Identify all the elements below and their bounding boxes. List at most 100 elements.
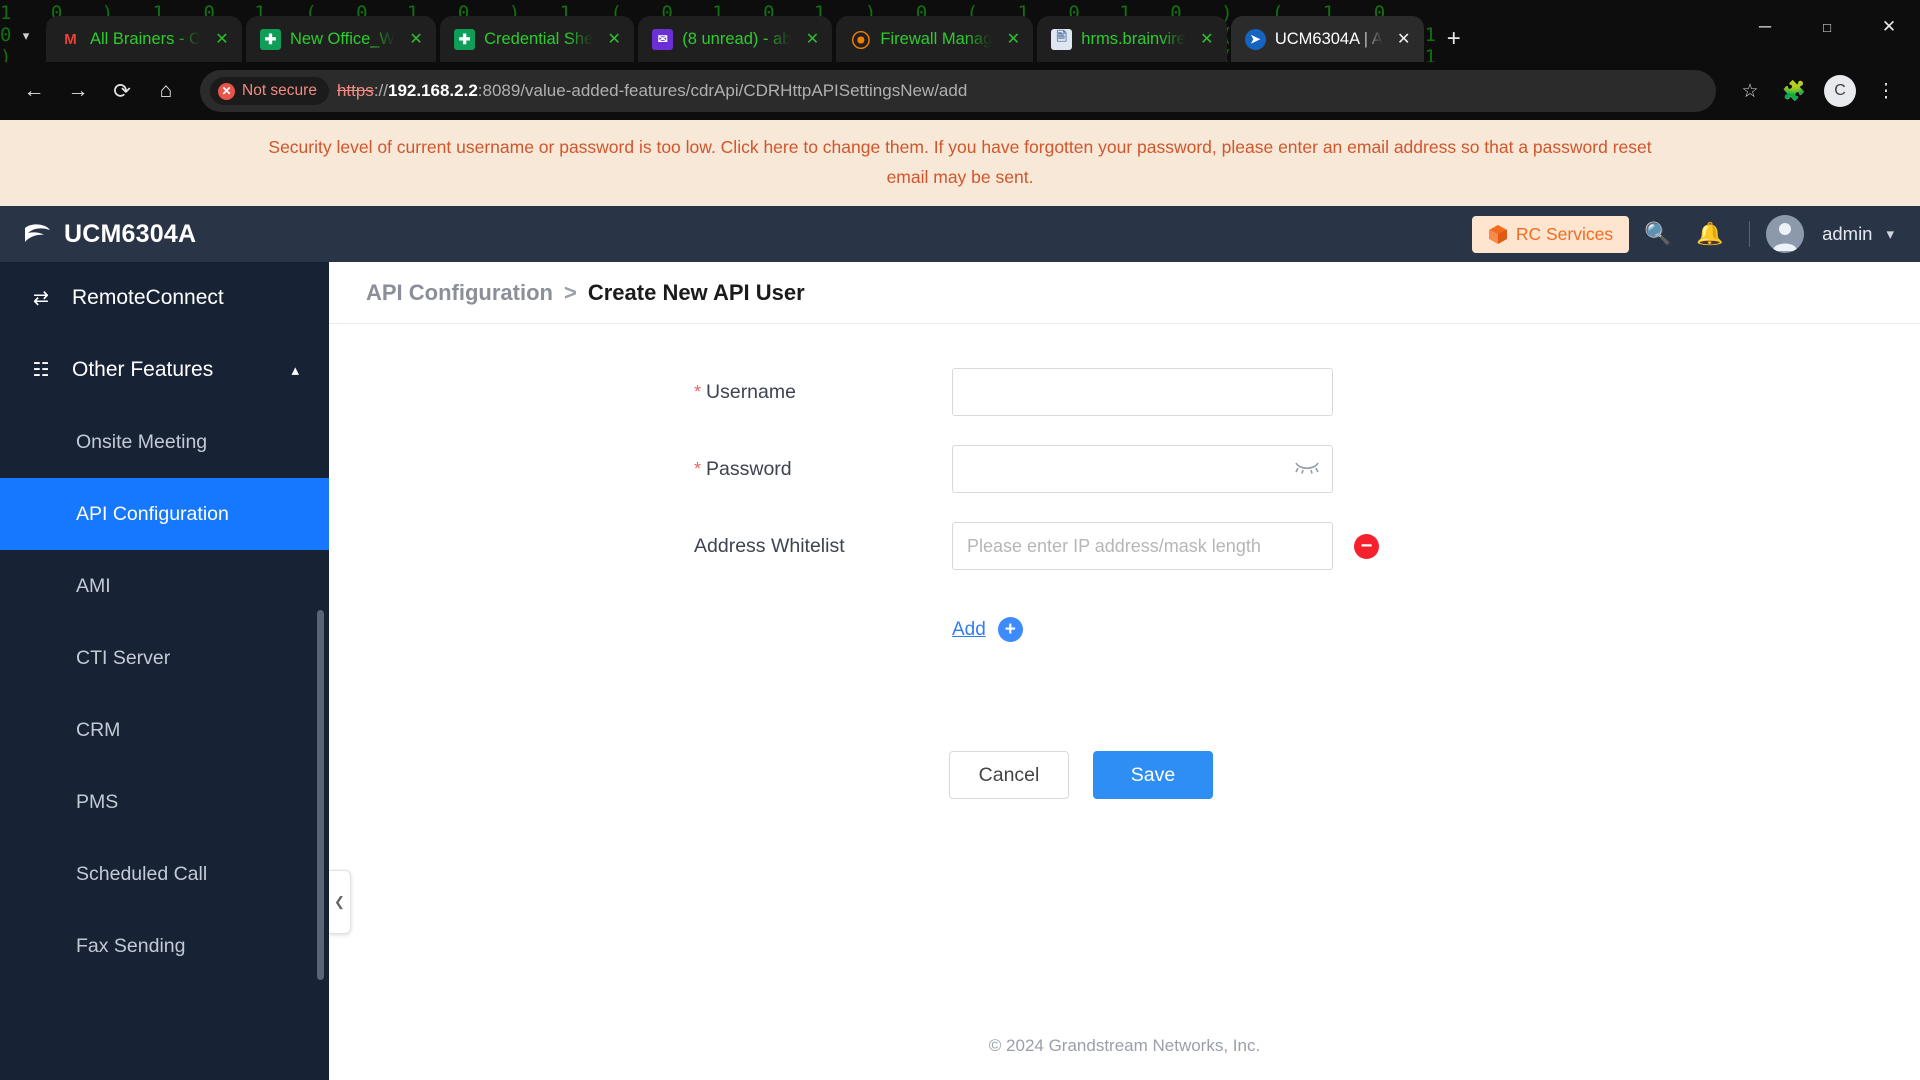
extensions-button[interactable]: 🧩	[1774, 71, 1814, 111]
home-button[interactable]: ⌂	[146, 71, 186, 111]
address-whitelist-input[interactable]	[952, 522, 1333, 570]
bookmark-button[interactable]: ☆	[1730, 71, 1770, 111]
tab-close-button[interactable]: ✕	[1392, 27, 1416, 51]
browser-tab[interactable]: ✉ (8 unread) - ab ✕	[638, 16, 833, 62]
username-input[interactable]	[952, 368, 1333, 416]
sidebar-item-label: CRM	[76, 718, 121, 741]
page-body: ⇄ RemoteConnect ☷ Other Features ▴ Onsit…	[0, 262, 1920, 1080]
star-icon: ☆	[1741, 80, 1759, 102]
sidebar-item-label: Other Features	[72, 358, 214, 381]
chevron-up-icon: ▴	[291, 362, 299, 379]
username-label: Username	[706, 380, 796, 403]
browser-tab[interactable]: ⦿ Firewall Manag ✕	[836, 16, 1034, 62]
address-whitelist-input-wrap	[952, 522, 1333, 570]
reload-button[interactable]: ⟳	[102, 71, 142, 111]
header-divider	[1749, 221, 1751, 247]
kebab-menu-icon: ⋮	[1876, 80, 1896, 102]
sophos-icon: ⦿	[851, 30, 871, 52]
home-icon: ⌂	[159, 79, 173, 102]
profile-button[interactable]: C	[1824, 75, 1856, 107]
chevron-down-icon[interactable]: ▾	[1886, 225, 1894, 243]
tab-close-button[interactable]: ✕	[1001, 27, 1025, 51]
sidebar-scrollbar[interactable]	[317, 610, 324, 980]
sidebar-item-label: Onsite Meeting	[76, 430, 208, 453]
eye-slash-icon[interactable]	[1295, 459, 1319, 479]
browser-tab-active[interactable]: ➤ UCM6304A | A ✕	[1230, 16, 1424, 62]
address-bar[interactable]: ✕ Not secure https://192.168.2.2:8089/va…	[200, 70, 1716, 112]
app-header: UCM6304A RC Services 🔍 🔔 admin ▾	[0, 206, 1920, 262]
sidebar-item-crm[interactable]: CRM	[0, 694, 329, 766]
tab-close-button[interactable]: ✕	[602, 27, 626, 51]
security-warning-banner[interactable]: Security level of current username or pa…	[0, 120, 1920, 206]
sidebar-item-scheduled-call[interactable]: Scheduled Call	[0, 838, 329, 910]
tab-close-button[interactable]: ✕	[1195, 27, 1219, 51]
window-minimize-button[interactable]: ─	[1734, 0, 1796, 54]
grid-icon: ☷	[32, 359, 50, 381]
sidebar-item-api-configuration[interactable]: API Configuration	[0, 478, 329, 550]
browser-chrome: 1 0 ) 1 0 1 ( 0 1 0 ) 1 ( 0 1 0 1 ) 0 ( …	[0, 0, 1920, 120]
sidebar-item-cti-server[interactable]: CTI Server	[0, 622, 329, 694]
tab-search-button[interactable]: ▾	[6, 14, 46, 58]
save-button[interactable]: Save	[1093, 751, 1213, 799]
web-page: Security level of current username or pa…	[0, 120, 1920, 1080]
sidebar: ⇄ RemoteConnect ☷ Other Features ▴ Onsit…	[0, 262, 329, 1080]
tab-close-button[interactable]: ✕	[800, 27, 824, 51]
google-sheets-icon: ✚	[259, 28, 281, 50]
sidebar-item-label: RemoteConnect	[72, 286, 224, 309]
sidebar-item-pms[interactable]: PMS	[0, 766, 329, 838]
window-close-button[interactable]: ✕	[1858, 0, 1920, 54]
url-text: https://192.168.2.2:8089/value-added-fea…	[337, 81, 967, 101]
sidebar-item-label: Fax Sending	[76, 934, 186, 957]
add-link[interactable]: Add	[952, 619, 986, 641]
password-label: Password	[706, 457, 792, 480]
bell-icon: 🔔	[1696, 221, 1724, 246]
tab-close-button[interactable]: ✕	[210, 27, 234, 51]
rc-cube-icon	[1488, 224, 1507, 244]
browser-tab[interactable]: M All Brainers - C ✕	[46, 16, 242, 62]
admin-username: admin	[1822, 223, 1873, 244]
header-notifications-button[interactable]: 🔔	[1687, 211, 1733, 257]
forward-button[interactable]: →	[58, 71, 98, 111]
document-icon: 🖹	[1051, 28, 1073, 50]
browser-tab[interactable]: ✚ Credential She ✕	[440, 16, 635, 62]
browser-tab[interactable]: 🖹 hrms.brainvire ✕	[1037, 16, 1227, 62]
google-sheets-icon: ✚	[454, 28, 476, 50]
tab-title: UCM6304A | A	[1274, 29, 1383, 48]
plus-circle-icon[interactable]: +	[997, 617, 1023, 642]
browser-tab[interactable]: ✚ New Office_W ✕	[245, 16, 437, 62]
avatar[interactable]	[1766, 215, 1805, 253]
sidebar-item-ami[interactable]: AMI	[0, 550, 329, 622]
page-footer: © 2024 Grandstream Networks, Inc.	[988, 1036, 1261, 1055]
sidebar-item-label: Scheduled Call	[76, 862, 208, 885]
breadcrumb-parent[interactable]: API Configuration	[366, 280, 553, 306]
site-security-chip[interactable]: ✕ Not secure	[210, 77, 329, 105]
tab-title: Firewall Manag	[880, 29, 993, 48]
gmail-icon: M	[64, 30, 77, 48]
browser-tab-strip: 1 0 ) 1 0 1 ( 0 1 0 ) 1 ( 0 1 0 1 ) 0 ( …	[0, 0, 1920, 62]
password-input[interactable]	[952, 445, 1333, 493]
window-maximize-button[interactable]: □	[1796, 0, 1858, 54]
sidebar-item-onsite-meeting[interactable]: Onsite Meeting	[0, 406, 329, 478]
breadcrumb-separator: >	[563, 279, 577, 305]
sidebar-item-other-features[interactable]: ☷ Other Features ▴	[0, 334, 329, 406]
required-marker: *	[694, 381, 702, 402]
tab-close-button[interactable]: ✕	[404, 27, 428, 51]
sidebar-item-label: PMS	[76, 790, 119, 813]
url-separator: ://	[373, 81, 388, 100]
cancel-button[interactable]: Cancel	[949, 751, 1069, 799]
sidebar-collapse-button[interactable]: ❮	[329, 870, 351, 934]
minus-circle-icon[interactable]: −	[1354, 533, 1379, 559]
password-label-wrap: * Password	[329, 458, 952, 481]
browser-menu-button[interactable]: ⋮	[1866, 71, 1906, 111]
address-whitelist-label: Address Whitelist	[694, 534, 845, 557]
sidebar-item-fax-sending[interactable]: Fax Sending	[0, 910, 329, 982]
warning-circle-icon: ✕	[218, 82, 235, 100]
mail-icon: ✉	[652, 28, 674, 50]
header-search-button[interactable]: 🔍	[1635, 211, 1681, 257]
sidebar-item-remoteconnect[interactable]: ⇄ RemoteConnect	[0, 262, 329, 334]
new-tab-button[interactable]: +	[1434, 19, 1474, 59]
grandstream-logo-icon	[25, 224, 50, 242]
header-actions: RC Services 🔍 🔔 admin ▾	[1471, 211, 1898, 257]
back-button[interactable]: ←	[14, 71, 54, 111]
rc-services-button[interactable]: RC Services	[1471, 215, 1630, 253]
